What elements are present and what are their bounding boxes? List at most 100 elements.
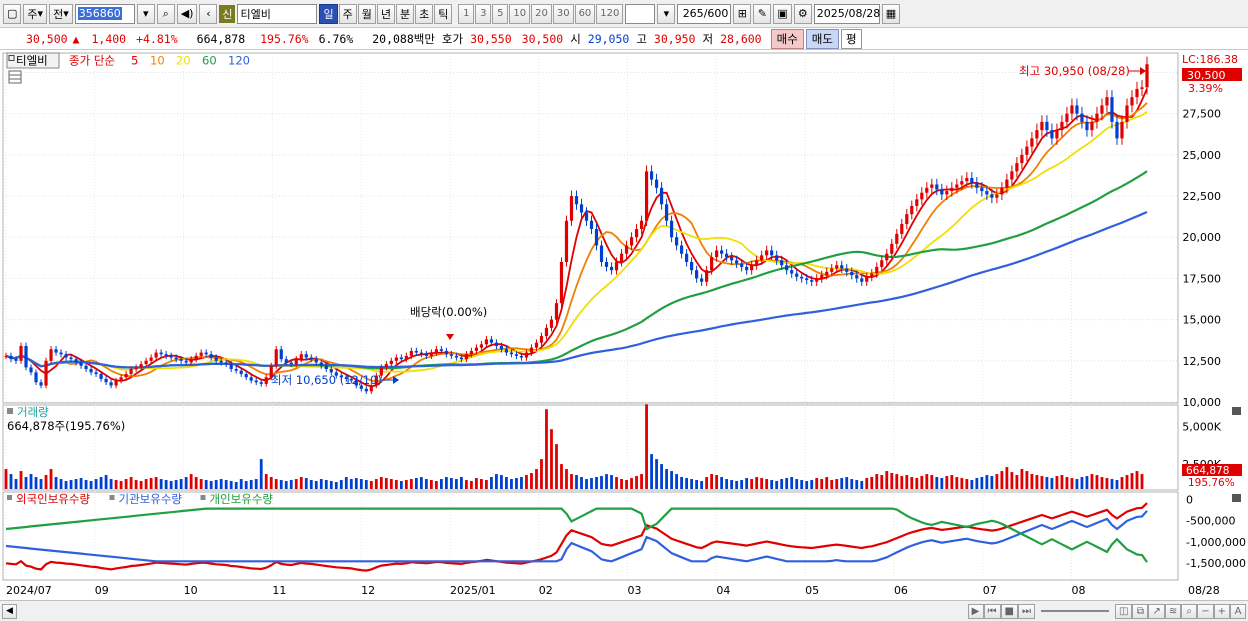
search-icon[interactable]: ⌕ xyxy=(156,3,175,24)
volume-bar xyxy=(89,481,93,489)
interval-tab[interactable]: 20 xyxy=(531,3,552,24)
stock-chart[interactable]: 30,00027,50025,00022,50020,00017,50015,0… xyxy=(0,50,1248,600)
scroll-right-icon[interactable]: ▶ xyxy=(967,603,984,619)
interval-tab[interactable]: 30 xyxy=(552,3,574,24)
volume-bar xyxy=(495,474,498,489)
save-icon[interactable]: ▣ xyxy=(773,3,792,24)
volume-bar xyxy=(475,478,478,489)
last-icon[interactable]: ⏭ xyxy=(1017,603,1035,619)
volume-bar xyxy=(414,478,418,489)
zoom-out-icon[interactable]: − xyxy=(1197,603,1214,619)
candle-body xyxy=(905,214,909,225)
volume-bar xyxy=(1050,478,1054,489)
layout-icon[interactable]: ▢ xyxy=(3,3,22,24)
interval-tabs: 1 3 5 10 20 30 60 120 xyxy=(458,3,624,24)
interval-tab[interactable]: 1 xyxy=(458,3,475,24)
volume-close-icon[interactable] xyxy=(1232,407,1241,415)
holdings-tick-label: -1,000,000 xyxy=(1186,536,1246,549)
x-tick-label: 05 xyxy=(805,584,819,597)
interval-tab[interactable]: 10 xyxy=(509,3,531,24)
draw-tool-icon-2[interactable]: ⧉ xyxy=(1132,603,1149,619)
candle-body xyxy=(429,352,433,356)
zoom-in-icon[interactable]: + xyxy=(1213,603,1230,619)
trend-line-icon[interactable]: ↗ xyxy=(1148,603,1165,619)
stock-name-field[interactable]: 티엘비 xyxy=(237,3,318,24)
pencil-icon[interactable]: ✎ xyxy=(753,3,772,24)
volume-bar xyxy=(19,471,23,489)
stock-code-input[interactable]: 356860 xyxy=(74,3,135,24)
candle-body xyxy=(1000,187,1004,195)
table-icon[interactable] xyxy=(8,70,22,84)
volume-pct-text: 195.76% xyxy=(1188,477,1235,489)
candle-body xyxy=(589,220,594,229)
volume-bar xyxy=(765,479,769,489)
volume-bar xyxy=(910,477,914,489)
volume-bar xyxy=(860,481,864,489)
interval-tab[interactable]: 3 xyxy=(475,3,492,24)
draw-tool-icon[interactable]: ◫ xyxy=(1114,603,1133,619)
fib-icon[interactable]: ≋ xyxy=(1164,603,1182,619)
zoom-slider[interactable] xyxy=(1040,610,1109,612)
candle-body xyxy=(534,342,539,348)
interval-dropdown-icon[interactable]: ▾ xyxy=(657,3,676,24)
volume-bar xyxy=(880,475,884,489)
period-tab[interactable]: 주 xyxy=(338,3,357,24)
candle-body xyxy=(855,275,859,279)
candle-body xyxy=(329,369,333,373)
interval-custom-input[interactable] xyxy=(625,3,656,24)
volume-bar xyxy=(830,480,834,489)
date-field[interactable]: 2025/08/28 xyxy=(813,3,880,24)
ma-legend-item: 10 xyxy=(150,54,165,68)
candle-body xyxy=(780,260,784,266)
period-tab[interactable]: 월 xyxy=(357,3,376,24)
volume-bar xyxy=(1100,477,1104,489)
stop-icon[interactable]: ■ xyxy=(1000,603,1018,619)
volume-bar xyxy=(1130,473,1134,489)
period-tab[interactable]: 분 xyxy=(395,3,415,24)
candle-body xyxy=(1020,154,1024,164)
scroll-left-icon[interactable]: ◀ xyxy=(2,603,17,619)
candle-body xyxy=(549,319,554,328)
candle-body xyxy=(539,336,544,343)
gear-icon[interactable]: ⚙ xyxy=(793,3,812,24)
speaker-icon[interactable]: ◀) xyxy=(176,3,198,24)
sell-button[interactable]: 매도 xyxy=(805,28,839,49)
period-tab[interactable]: 년 xyxy=(376,3,395,24)
holdings-close-icon[interactable] xyxy=(1232,494,1241,502)
grid-icon[interactable]: ⊞ xyxy=(733,3,752,24)
first-icon[interactable]: ⏮ xyxy=(983,603,1001,619)
interval-tab[interactable]: 120 xyxy=(596,3,624,24)
prev-button[interactable]: 전 ▾ xyxy=(49,3,73,24)
magnify-icon[interactable]: ⌕ xyxy=(1181,603,1198,619)
period-tab[interactable]: 틱 xyxy=(434,3,453,24)
buy-button[interactable]: 매수 xyxy=(770,28,804,49)
holdings-tick-label: 0 xyxy=(1186,493,1193,506)
volume-bar xyxy=(595,477,598,489)
volume-bar xyxy=(635,476,638,489)
candle-body xyxy=(109,382,113,386)
volume-tick-label: 5,000K xyxy=(1182,421,1221,434)
chart-scrollbar[interactable]: ◀ ▶ ⏮ ■ ⏭ ◫ ⧉ ↗ ≋ ⌕ − + A xyxy=(0,600,1248,621)
period-tab[interactable]: 일 xyxy=(319,3,338,24)
text-tool-icon[interactable]: A xyxy=(1230,603,1246,619)
average-button[interactable]: 평 xyxy=(840,28,862,49)
candle-body xyxy=(404,355,408,360)
interval-tab[interactable]: 5 xyxy=(492,3,509,24)
count-field[interactable]: 265/600 xyxy=(677,3,732,24)
period-main-select[interactable]: 주 ▾ xyxy=(23,3,48,24)
candle-body xyxy=(424,354,428,356)
volume-bar xyxy=(855,480,859,489)
volume-bar xyxy=(449,478,453,489)
calendar-icon[interactable]: ▦ xyxy=(881,3,901,24)
volume-bar xyxy=(590,478,593,489)
code-dropdown-icon[interactable]: ▾ xyxy=(136,3,155,24)
x-tick-label: 04 xyxy=(716,584,730,597)
volume-handle-icon[interactable] xyxy=(7,408,13,414)
volume-bar xyxy=(369,481,373,489)
period-tab[interactable]: 초 xyxy=(415,3,434,24)
candle-body xyxy=(419,352,423,355)
volume-subtitle: 664,878주(195.76%) xyxy=(7,419,125,433)
chevron-left-icon[interactable]: ‹ xyxy=(199,3,218,24)
interval-tab[interactable]: 60 xyxy=(574,3,596,24)
volume-bar xyxy=(805,481,809,489)
